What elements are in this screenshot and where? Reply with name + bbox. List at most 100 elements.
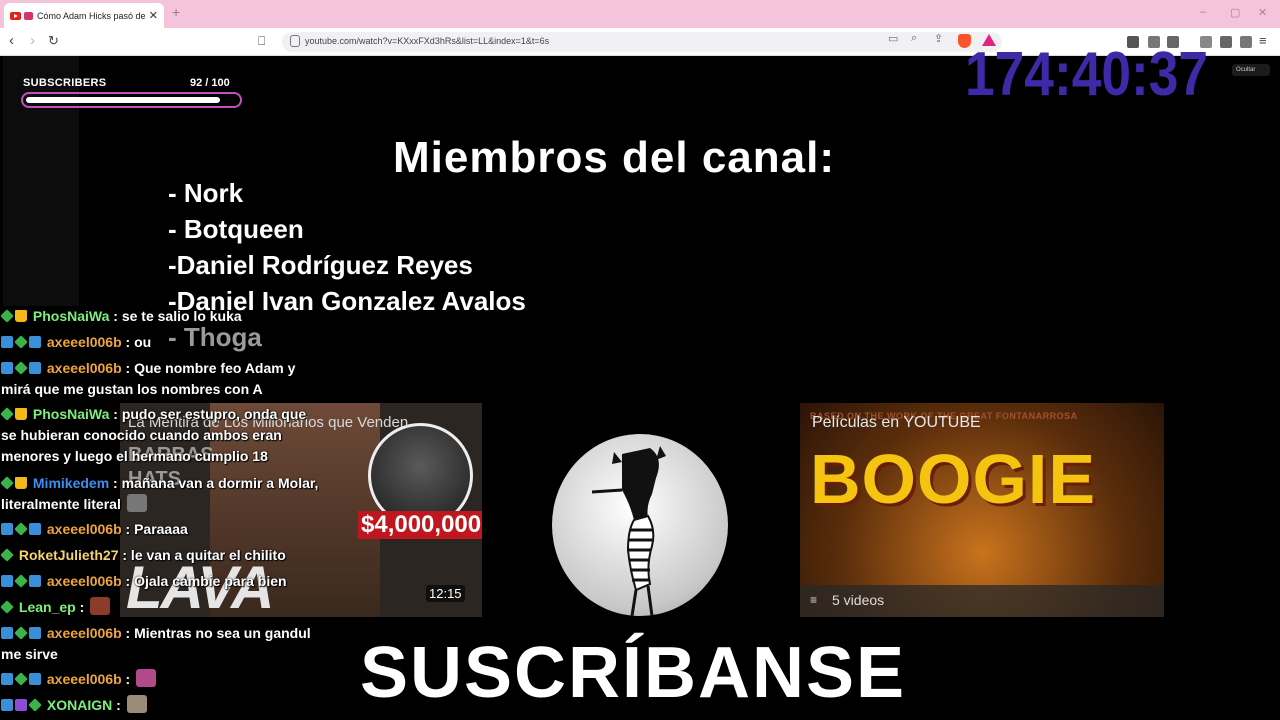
browser-tab[interactable]: Cómo Adam Hicks pasó de E ✕ [4, 3, 164, 28]
chat-text: : ou [125, 334, 152, 350]
chat-text: : [116, 697, 121, 713]
share-icon[interactable]: ⇪ [934, 32, 943, 45]
back-icon[interactable]: ‹ [9, 33, 14, 49]
screen-icon[interactable]: ▭ [888, 32, 898, 45]
close-window-button[interactable]: ✕ [1258, 6, 1267, 19]
tab-title: Cómo Adam Hicks pasó de E [37, 10, 145, 21]
blue-badge-icon [1, 362, 13, 374]
chat-message: XONAIGN : [1, 695, 319, 716]
money-label: $4,000,000 [358, 511, 482, 539]
blue-badge-icon [29, 362, 41, 374]
subscribers-progress-fill [26, 97, 221, 103]
chat-username[interactable]: axeeel006b [43, 573, 126, 589]
video-duration: 12:15 [426, 585, 465, 602]
chat-message: axeeel006b : Mientras no sea un gandul m… [1, 623, 319, 665]
chat-emote-icon [90, 597, 111, 615]
app-icon [24, 11, 33, 20]
chat-message: PhosNaiWa : se te salio lo kuka [0, 306, 319, 327]
playlist-icon: ≡ [810, 593, 818, 607]
chat-emote-icon [126, 695, 147, 713]
youtube-icon [10, 11, 21, 20]
chat-username[interactable]: axeeel006b [43, 521, 126, 537]
chat-message: axeeel006b : Paraaaa [1, 519, 319, 540]
stream-timer: 174:40:37 [965, 40, 1209, 109]
chat-text: : se te salio lo kuka [113, 308, 242, 324]
member-name: - Nork [168, 178, 244, 208]
video-count: 5 videos [832, 592, 885, 608]
chat-username[interactable]: XONAIGN [43, 697, 116, 713]
hide-button[interactable]: Ocultar [1232, 64, 1270, 76]
site-info-icon[interactable] [290, 35, 300, 47]
chat-text: : [125, 671, 131, 687]
crown-badge-icon [15, 408, 27, 420]
leo-icon[interactable] [1240, 36, 1252, 48]
green-badge-icon [14, 522, 28, 536]
forward-icon[interactable]: › [30, 33, 35, 49]
green-badge-icon [14, 361, 28, 375]
blue-badge-icon [1, 523, 13, 535]
chat-message: axeeel006b : Que nombre feo Adam y mirá … [1, 358, 319, 400]
chat-text: : [79, 599, 85, 615]
chat-username[interactable]: RoketJulieth27 [15, 547, 122, 563]
close-tab-icon[interactable]: ✕ [149, 9, 158, 22]
chat-username[interactable]: axeeel006b [43, 334, 126, 350]
channel-logo[interactable] [552, 434, 728, 616]
chat-username[interactable]: PhosNaiWa [29, 406, 113, 422]
subscribe-call-to-action: SUSCRÍBANSE [360, 633, 907, 713]
member-name: -Daniel Rodríguez Reyes [168, 250, 473, 280]
chat-message: axeeel006b : ou [1, 332, 319, 353]
green-badge-icon [14, 626, 28, 640]
green-badge-icon [0, 548, 14, 562]
blue-badge-icon [29, 673, 41, 685]
purple-badge-icon [15, 699, 27, 711]
playlist-card-boogie[interactable]: BASED ON THE WORK OF THE GREAT FONTANARR… [800, 403, 1164, 617]
chat-message: RoketJulieth27 : le van a quitar el chil… [0, 545, 319, 566]
green-badge-icon [0, 600, 14, 614]
chat-text: : Paraaaa [125, 521, 188, 537]
green-badge-icon [28, 698, 42, 712]
thumbnail-text: BOOGIE [810, 440, 1097, 518]
chat-username[interactable]: axeeel006b [43, 671, 126, 687]
blue-badge-icon [29, 336, 41, 348]
chat-username[interactable]: axeeel006b [43, 625, 126, 641]
green-badge-icon [14, 574, 28, 588]
chat-message: Mimikedem : mañana van a dormir a Molar,… [0, 473, 319, 515]
blue-badge-icon [1, 699, 13, 711]
card-title: Películas en YOUTUBE [812, 414, 981, 431]
minimize-button[interactable]: – [1200, 6, 1206, 18]
chat-username[interactable]: axeeel006b [43, 360, 126, 376]
chat-message: axeeel006b : Ojala cambie para bien [1, 571, 319, 592]
new-tab-button[interactable]: + [172, 4, 180, 20]
member-name: - Botqueen [168, 214, 304, 244]
green-badge-icon [14, 672, 28, 686]
chat-username[interactable]: Lean_ep [15, 599, 80, 615]
url-text: youtube.com/watch?v=KXxxFXd3hRs&list=LL&… [305, 36, 550, 46]
subscribers-count: 92 / 100 [190, 77, 230, 89]
chat-message: axeeel006b : [1, 669, 319, 690]
green-badge-icon [14, 335, 28, 349]
green-badge-icon [0, 476, 14, 490]
crown-badge-icon [15, 310, 27, 322]
crown-badge-icon [15, 477, 27, 489]
bookmark-icon[interactable]: ⎕ [258, 33, 265, 49]
chat-emote-icon [126, 494, 147, 512]
wallet-icon[interactable] [1220, 36, 1232, 48]
maximize-button[interactable]: ▢ [1230, 6, 1240, 19]
menu-icon[interactable]: ≡ [1259, 33, 1267, 49]
blue-badge-icon [1, 575, 13, 587]
chat-message: PhosNaiWa : pudo ser estupro, onda que s… [0, 404, 319, 467]
reload-icon[interactable]: ↻ [48, 33, 59, 49]
chat-username[interactable]: Mimikedem [29, 475, 113, 491]
blue-badge-icon [29, 523, 41, 535]
green-badge-icon [0, 309, 14, 323]
blue-badge-icon [1, 627, 13, 639]
subscribers-label: SUBSCRIBERS [23, 77, 107, 89]
blue-badge-icon [1, 673, 13, 685]
zoom-icon[interactable]: ⌕ [911, 32, 917, 45]
green-badge-icon [0, 407, 14, 421]
chat-username[interactable]: PhosNaiWa [29, 308, 113, 324]
members-title: Miembros del canal: [393, 133, 836, 182]
subscribers-progress-bar [21, 92, 242, 108]
tab-bar: Cómo Adam Hicks pasó de E ✕ + – ▢ ✕ [0, 0, 1280, 28]
chat-text: : le van a quitar el chilito [122, 547, 286, 563]
